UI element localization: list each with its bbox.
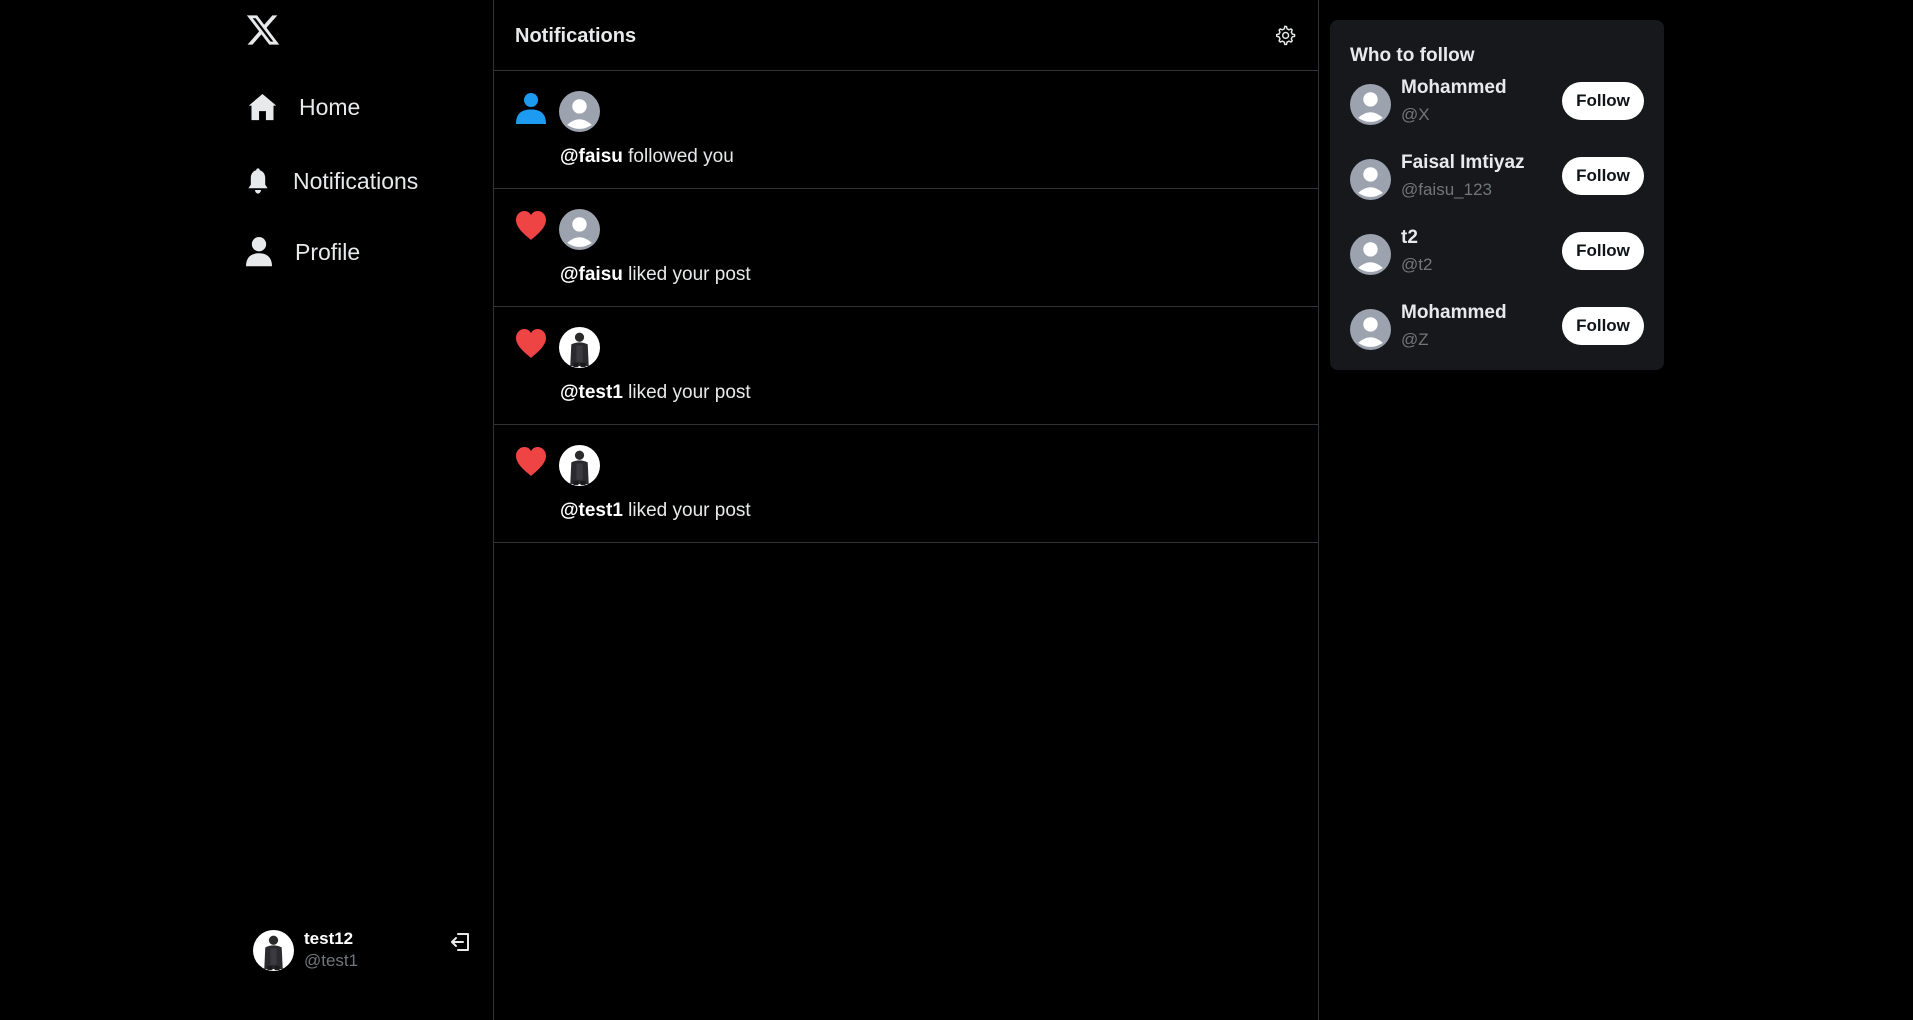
x-logo-icon[interactable] [245,12,281,48]
account-switcher[interactable]: test12 @test1 [253,928,475,972]
account-handle: @test1 [304,951,359,970]
heart-icon [516,211,546,240]
suggested-user-name: t2 [1401,227,1418,248]
avatar [1350,234,1391,275]
sidebar-item-home[interactable]: Home [246,90,360,124]
notification-text: @test1 liked your post [560,382,751,404]
avatar [1350,159,1391,200]
who-to-follow-panel: Who to follow Mohammed @X Follow Faisal … [1330,20,1664,370]
home-icon [246,90,279,124]
avatar [559,91,600,132]
user-icon [246,236,272,268]
suggested-user[interactable]: Mohammed @Z Follow [1350,302,1650,358]
sidebar: Home Notifications Profile test12 @test1 [0,0,494,1020]
sidebar-item-label: Profile [295,238,361,265]
page-title: Notifications [515,25,637,47]
avatar [1350,84,1391,125]
notification-text: @faisu followed you [560,146,734,168]
notification-action: followed you [628,146,734,167]
notification-text: @test1 liked your post [560,500,751,522]
follow-button[interactable]: Follow [1562,232,1644,270]
avatar [1350,309,1391,350]
follow-button[interactable]: Follow [1562,157,1644,195]
heart-icon [516,329,546,358]
notification-user[interactable]: @faisu [560,264,623,285]
suggested-user-handle: @t2 [1401,255,1433,274]
avatar [559,445,600,486]
follow-button[interactable]: Follow [1562,82,1644,120]
avatar [253,930,294,971]
who-to-follow-title: Who to follow [1350,45,1475,66]
suggested-user-handle: @X [1401,105,1430,124]
suggested-user[interactable]: Faisal Imtiyaz @faisu_123 Follow [1350,152,1650,208]
suggested-user[interactable]: t2 @t2 Follow [1350,227,1650,283]
suggested-user[interactable]: Mohammed @X Follow [1350,77,1650,133]
notification-action: liked your post [628,500,751,521]
follow-button[interactable]: Follow [1562,307,1644,345]
avatar [559,327,600,368]
sidebar-item-notifications[interactable]: Notifications [246,166,418,196]
sidebar-item-label: Notifications [293,167,419,194]
sidebar-item-profile[interactable]: Profile [246,236,360,268]
bell-icon [246,166,270,196]
notification-action: liked your post [628,264,751,285]
suggested-user-handle: @faisu_123 [1401,180,1492,199]
notification-action: liked your post [628,382,751,403]
logout-icon[interactable] [449,930,473,954]
suggested-user-name: Mohammed [1401,302,1507,323]
notification-item[interactable]: @faisu liked your post [494,189,1318,307]
account-name: test12 [304,929,354,948]
notification-user[interactable]: @faisu [560,146,623,167]
app: Home Notifications Profile test12 @test1… [0,0,1913,1020]
page-header: Notifications [494,0,1318,71]
suggested-user-name: Mohammed [1401,77,1507,98]
suggested-user-handle: @Z [1401,330,1429,349]
divider [1318,0,1319,1020]
notification-user[interactable]: @test1 [560,500,623,521]
gear-icon[interactable] [1274,24,1296,46]
notifications-feed: Notifications @faisu followed you @faisu… [494,0,1318,1020]
notification-user[interactable]: @test1 [560,382,623,403]
account-names: test12 @test1 [304,928,358,972]
suggested-user-name: Faisal Imtiyaz [1401,152,1525,173]
person-icon [516,93,546,124]
heart-icon [516,447,546,476]
notification-item[interactable]: @test1 liked your post [494,425,1318,543]
avatar [559,209,600,250]
notification-item[interactable]: @test1 liked your post [494,307,1318,425]
notification-text: @faisu liked your post [560,264,751,286]
sidebar-item-label: Home [299,93,361,120]
notification-item[interactable]: @faisu followed you [494,71,1318,189]
